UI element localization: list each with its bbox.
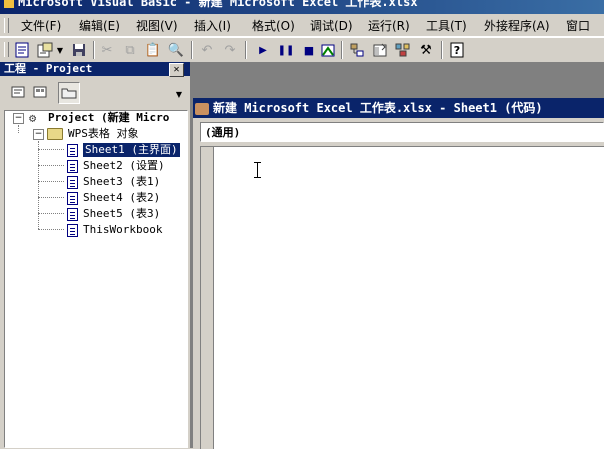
svg-text:?: ?: [454, 44, 460, 57]
toolbar-grip[interactable]: [4, 42, 9, 57]
find-icon[interactable]: 🔍: [167, 41, 185, 59]
app-title-bar: Microsoft Visual Basic - 新建 Microsoft Ex…: [0, 0, 604, 14]
project-explorer-icon[interactable]: [348, 41, 366, 59]
menu-view[interactable]: 视图(V): [136, 17, 178, 34]
standard-toolbar: ▼ ✂ ⧉ 📋 🔍 ↶ ↷ ▶ ❚❚ ■ ⚒ ?: [0, 37, 604, 63]
project-explorer-title: 工程 - Project: [4, 62, 93, 75]
menu-window[interactable]: 窗口: [566, 17, 590, 34]
menu-bar: 文件(F) 编辑(E) 视图(V) 插入(I) 格式(O) 调试(D) 运行(R…: [0, 14, 604, 37]
dropdown-arrow-icon[interactable]: ▼: [176, 90, 182, 99]
tree-node-objects-folder[interactable]: WPS表格 对象: [47, 127, 139, 141]
vba-project-icon: ⚙: [29, 111, 37, 125]
tree-node-thisworkbook[interactable]: ThisWorkbook: [67, 223, 162, 237]
tree-node-label: ThisWorkbook: [83, 223, 163, 236]
run-icon[interactable]: ▶: [254, 41, 272, 59]
menu-debug[interactable]: 调试(D): [310, 17, 353, 34]
close-icon[interactable]: ✕: [169, 63, 184, 77]
project-explorer-panel: 工程 - Project ✕ ▼ − ⚙ Project (新建 Micro −: [0, 62, 192, 448]
menu-tools[interactable]: 工具(T): [426, 17, 467, 34]
toolbar-separator: [441, 41, 443, 59]
tree-node-sheet2[interactable]: Sheet2 (设置): [67, 159, 165, 173]
menu-format[interactable]: 格式(O): [252, 17, 295, 34]
copy-icon[interactable]: ⧉: [121, 41, 139, 59]
tree-node-label: Sheet4 (表2): [83, 191, 161, 204]
tree-node-sheet3[interactable]: Sheet3 (表1): [67, 175, 160, 189]
code-window: 新建 Microsoft Excel 工作表.xlsx - Sheet1 (代码…: [193, 98, 604, 449]
collapse-project-icon[interactable]: −: [13, 113, 24, 124]
menu-run[interactable]: 运行(R): [368, 17, 410, 34]
properties-icon[interactable]: [371, 41, 389, 59]
undo-icon[interactable]: ↶: [198, 41, 216, 59]
tree-node-label: Sheet5 (表3): [83, 207, 161, 220]
save-icon[interactable]: [70, 41, 88, 59]
design-mode-icon[interactable]: [319, 41, 337, 59]
menu-edit[interactable]: 编辑(E): [79, 17, 120, 34]
view-excel-icon[interactable]: [13, 41, 31, 59]
object-combo[interactable]: (通用): [200, 122, 604, 142]
worksheet-icon: [67, 207, 78, 221]
app-title: Microsoft Visual Basic - 新建 Microsoft Ex…: [18, 0, 418, 9]
code-window-title-bar: 新建 Microsoft Excel 工作表.xlsx - Sheet1 (代码…: [193, 98, 604, 118]
workbook-icon: [67, 223, 78, 237]
toggle-folders-icon[interactable]: [58, 82, 80, 104]
redo-icon[interactable]: ↷: [221, 41, 239, 59]
margin-indicator-bar[interactable]: [201, 147, 214, 449]
reset-icon[interactable]: ■: [300, 41, 318, 59]
menu-file[interactable]: 文件(F): [21, 17, 61, 34]
toolbox-icon[interactable]: ⚒: [417, 41, 435, 59]
tree-node-label: Sheet2 (设置): [83, 159, 165, 172]
tree-node-project[interactable]: ⚙ Project (新建 Micro: [29, 111, 169, 125]
tree-node-label: Project (新建 Micro: [48, 111, 170, 124]
folder-icon: [47, 128, 63, 140]
text-cursor-icon: [253, 161, 262, 179]
code-window-icon: [195, 102, 209, 115]
object-browser-icon[interactable]: [394, 41, 412, 59]
tree-node-sheet4[interactable]: Sheet4 (表2): [67, 191, 160, 205]
project-tree[interactable]: − ⚙ Project (新建 Micro − WPS表格 对象 Sheet1 …: [4, 110, 188, 448]
break-icon[interactable]: ❚❚: [277, 41, 295, 59]
view-object-icon[interactable]: [31, 84, 49, 100]
worksheet-icon: [67, 143, 78, 157]
tree-node-sheet1[interactable]: Sheet1 (主界面): [67, 143, 180, 157]
collapse-folder-icon[interactable]: −: [33, 129, 44, 140]
vba-app-icon: [4, 0, 14, 8]
menu-addins[interactable]: 外接程序(A): [484, 17, 550, 34]
menu-insert[interactable]: 插入(I): [194, 17, 231, 34]
tree-node-label: Sheet3 (表1): [83, 175, 161, 188]
toolbar-separator: [191, 41, 193, 59]
tree-node-sheet5[interactable]: Sheet5 (表3): [67, 207, 160, 221]
worksheet-icon: [67, 175, 78, 189]
code-window-title: 新建 Microsoft Excel 工作表.xlsx - Sheet1 (代码…: [213, 101, 543, 115]
toolbar-separator: [93, 41, 95, 59]
view-code-icon[interactable]: [9, 84, 27, 100]
paste-icon[interactable]: 📋: [144, 41, 162, 59]
toolbar-separator: [245, 41, 247, 59]
insert-module-icon[interactable]: [36, 41, 54, 59]
cut-icon[interactable]: ✂: [98, 41, 116, 59]
menubar-grip[interactable]: [4, 18, 9, 33]
project-explorer-title-bar: 工程 - Project ✕: [0, 62, 190, 77]
tree-node-label: Sheet1 (主界面): [83, 143, 180, 157]
worksheet-icon: [67, 191, 78, 205]
worksheet-icon: [67, 159, 78, 173]
dropdown-arrow-icon[interactable]: ▼: [55, 41, 65, 59]
code-editor[interactable]: [200, 146, 604, 449]
tree-node-label: WPS表格 对象: [68, 127, 139, 140]
project-explorer-toolbar: ▼: [0, 78, 190, 108]
toolbar-separator: [341, 41, 343, 59]
help-icon[interactable]: ?: [448, 41, 466, 59]
